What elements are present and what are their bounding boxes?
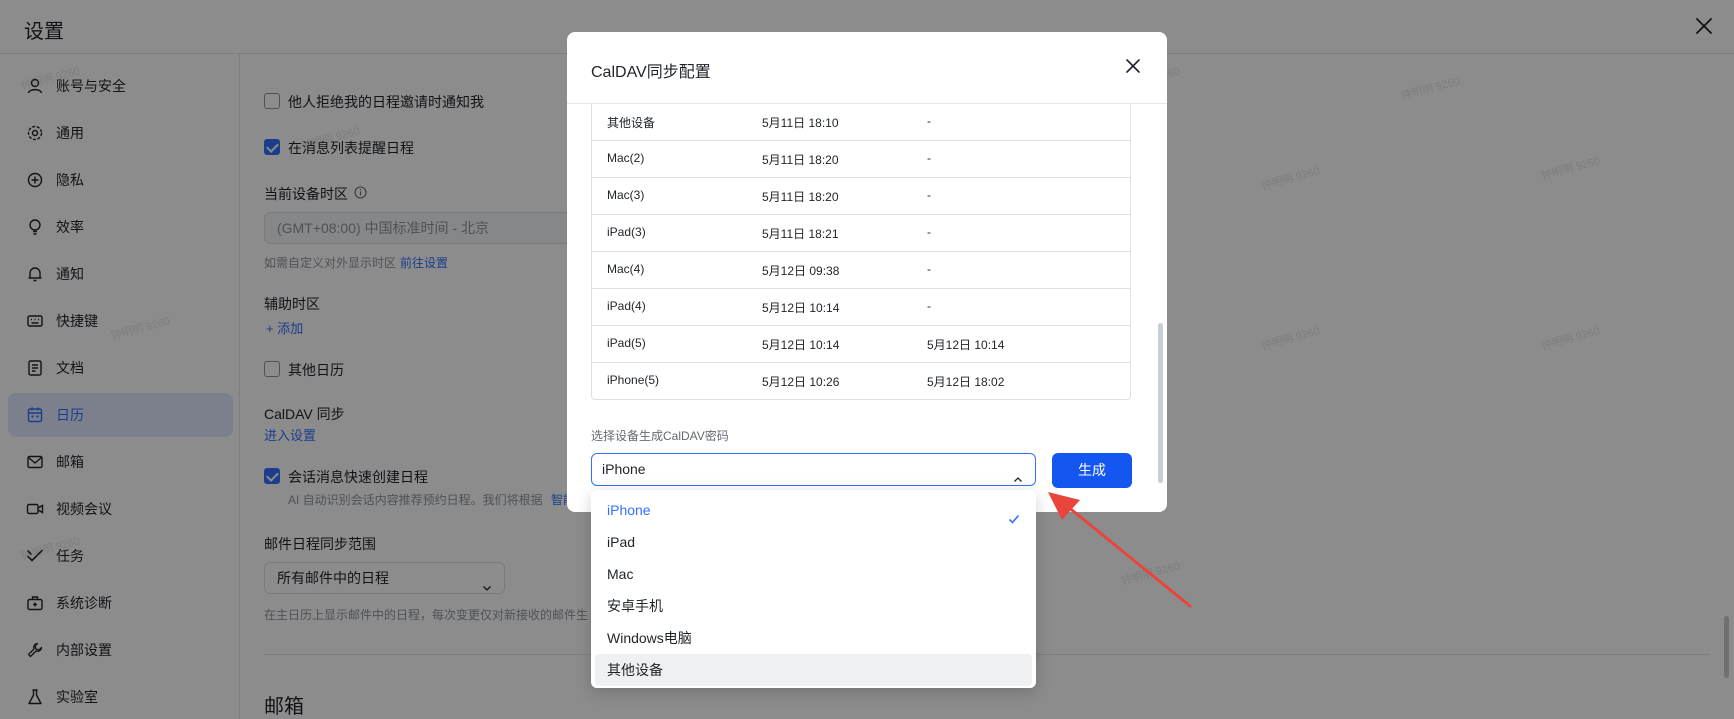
- device-created: 5月12日 10:14: [762, 301, 840, 315]
- dialog-scrollbar[interactable]: [1158, 323, 1163, 483]
- device-created: 5月11日 18:20: [762, 190, 839, 204]
- generate-button[interactable]: 生成: [1052, 453, 1132, 488]
- chevron-up-icon: [1013, 465, 1023, 482]
- device-select-value: iPhone: [602, 461, 646, 477]
- option-label: Mac: [607, 566, 634, 582]
- device-created: 5月11日 18:21: [762, 227, 839, 241]
- device-created: 5月12日 09:38: [762, 264, 840, 278]
- table-row: Mac(2) 5月11日 18:20 -: [592, 141, 1130, 178]
- device-last-used: -: [927, 188, 931, 202]
- device-last-used: 5月12日 10:14: [927, 338, 1005, 352]
- device-name: iPad(3): [607, 225, 646, 239]
- caldav-sync-dialog: CalDAV同步配置 其他设备 5月11日 18:10 - Mac(2) 5月1…: [567, 32, 1167, 512]
- close-icon[interactable]: [1123, 56, 1143, 76]
- device-dropdown: iPhone iPad Mac 安卓手机 Windows电脑 其他设备: [591, 490, 1036, 688]
- device-table: 其他设备 5月11日 18:10 - Mac(2) 5月11日 18:20 - …: [591, 104, 1131, 400]
- device-last-used: -: [927, 299, 931, 313]
- device-last-used: -: [927, 262, 931, 276]
- table-row: iPad(5) 5月12日 10:14 5月12日 10:14: [592, 326, 1130, 363]
- dropdown-option-windows[interactable]: Windows电脑: [595, 622, 1032, 654]
- device-last-used: -: [927, 225, 931, 239]
- device-name: iPad(5): [607, 336, 646, 350]
- device-select[interactable]: iPhone: [591, 453, 1036, 486]
- device-name: iPhone(5): [607, 373, 660, 387]
- option-label: iPad: [607, 534, 636, 550]
- device-name: Mac(3): [607, 188, 645, 202]
- dropdown-option-ipad[interactable]: iPad: [595, 526, 1032, 558]
- device-last-used: -: [927, 151, 931, 165]
- device-name: iPad(4): [607, 299, 646, 313]
- option-label: 安卓手机: [607, 598, 663, 614]
- option-label: Windows电脑: [607, 630, 692, 646]
- table-row: iPhone(5) 5月12日 10:26 5月12日 18:02: [592, 363, 1130, 400]
- dropdown-option-other[interactable]: 其他设备: [595, 654, 1032, 686]
- device-last-used: -: [927, 114, 931, 128]
- device-created: 5月11日 18:20: [762, 153, 839, 167]
- dropdown-option-android[interactable]: 安卓手机: [595, 590, 1032, 622]
- table-row: 其他设备 5月11日 18:10 -: [592, 104, 1130, 141]
- checkmark-icon: [1008, 504, 1020, 524]
- device-name: Mac(4): [607, 262, 645, 276]
- device-created: 5月12日 10:26: [762, 375, 840, 389]
- table-row: iPad(3) 5月11日 18:21 -: [592, 215, 1130, 252]
- option-label: 其他设备: [607, 662, 663, 678]
- table-row: Mac(4) 5月12日 09:38 -: [592, 252, 1130, 289]
- device-created: 5月11日 18:10: [762, 116, 839, 130]
- dropdown-option-mac[interactable]: Mac: [595, 558, 1032, 590]
- dropdown-option-iphone[interactable]: iPhone: [595, 494, 1032, 526]
- device-created: 5月12日 10:14: [762, 338, 840, 352]
- option-label: iPhone: [607, 502, 651, 518]
- dialog-title: CalDAV同步配置: [591, 64, 711, 81]
- table-row: iPad(4) 5月12日 10:14 -: [592, 289, 1130, 326]
- device-name: Mac(2): [607, 151, 645, 165]
- device-name: 其他设备: [607, 116, 656, 130]
- table-row: Mac(3) 5月11日 18:20 -: [592, 178, 1130, 215]
- device-last-used: 5月12日 18:02: [927, 375, 1005, 389]
- device-select-label: 选择设备生成CalDAV密码: [591, 429, 729, 443]
